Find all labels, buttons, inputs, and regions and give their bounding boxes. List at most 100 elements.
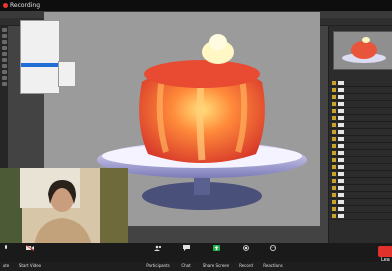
mute-label: ute	[2, 263, 10, 268]
visibility-icon[interactable]	[332, 151, 336, 155]
reactions-icon	[270, 245, 276, 251]
mute-button[interactable]: ute	[0, 245, 12, 271]
webcam-video-tile[interactable]	[0, 168, 128, 246]
hand-tool-icon[interactable]	[1, 76, 7, 80]
visibility-icon[interactable]	[332, 200, 336, 204]
visibility-icon[interactable]	[332, 158, 336, 162]
record-label: Record	[239, 263, 253, 268]
marquee-tool-icon[interactable]	[1, 34, 7, 38]
visibility-icon[interactable]	[332, 102, 336, 106]
move-tool-icon[interactable]	[1, 28, 7, 32]
visibility-icon[interactable]	[332, 137, 336, 141]
participants-button[interactable]: Participants	[143, 245, 173, 271]
record-button[interactable]: Record	[236, 245, 256, 271]
layer-thumbnail	[338, 95, 344, 99]
layer-row[interactable]	[330, 185, 392, 192]
record-icon	[243, 245, 249, 251]
layer-row[interactable]	[330, 150, 392, 157]
layer-thumbnail	[338, 186, 344, 190]
brush-tool-icon[interactable]	[1, 52, 7, 56]
layer-row[interactable]	[330, 178, 392, 185]
chat-button[interactable]: Chat	[178, 245, 194, 271]
share-screen-icon	[212, 245, 220, 251]
layer-row[interactable]	[330, 129, 392, 136]
gradient-tool-icon[interactable]	[1, 64, 7, 68]
layer-thumbnail	[338, 172, 344, 176]
recording-bar	[0, 0, 392, 11]
layer-row[interactable]	[330, 213, 392, 220]
visibility-icon[interactable]	[332, 179, 336, 183]
visibility-icon[interactable]	[332, 109, 336, 113]
lasso-tool-icon[interactable]	[1, 40, 7, 44]
zoom-toolbar	[0, 243, 392, 262]
reactions-button[interactable]: Reactions	[261, 245, 285, 271]
chat-icon	[182, 245, 190, 251]
visibility-icon[interactable]	[332, 172, 336, 176]
edit-submenu[interactable]	[58, 61, 76, 87]
edit-menu-dropdown[interactable]	[20, 20, 60, 94]
layer-thumbnail	[338, 130, 344, 134]
share-screen-label: Share Screen	[202, 263, 230, 268]
layer-thumbnail	[338, 200, 344, 204]
visibility-icon[interactable]	[332, 207, 336, 211]
visibility-icon[interactable]	[332, 193, 336, 197]
layer-row[interactable]	[330, 171, 392, 178]
layer-thumbnail	[338, 81, 344, 85]
layer-thumbnail	[338, 109, 344, 113]
layer-thumbnail	[338, 158, 344, 162]
layer-thumbnail	[338, 88, 344, 92]
layer-row[interactable]	[330, 87, 392, 94]
layer-thumbnail	[338, 144, 344, 148]
layers-panel[interactable]	[330, 80, 392, 250]
start-video-label: Start Video	[18, 263, 42, 268]
layer-thumbnail	[338, 151, 344, 155]
menu-item[interactable]	[21, 84, 59, 88]
share-screen-button[interactable]: Share Screen	[201, 245, 231, 271]
visibility-icon[interactable]	[332, 88, 336, 92]
layer-row[interactable]	[330, 157, 392, 164]
layer-thumbnail	[338, 102, 344, 106]
visibility-icon[interactable]	[332, 186, 336, 190]
leave-label: Lea	[381, 257, 390, 263]
navigator-thumbnail[interactable]	[333, 31, 392, 70]
video-camera-icon	[26, 245, 34, 251]
zoom-tool-icon[interactable]	[1, 82, 7, 86]
layer-row[interactable]	[330, 94, 392, 101]
visibility-icon[interactable]	[332, 144, 336, 148]
visibility-icon[interactable]	[332, 116, 336, 120]
layer-thumbnail	[338, 123, 344, 127]
leave-button[interactable]: Lea	[378, 246, 392, 263]
crop-tool-icon[interactable]	[1, 46, 7, 50]
layer-row[interactable]	[330, 199, 392, 206]
eraser-tool-icon[interactable]	[1, 58, 7, 62]
layer-row[interactable]	[330, 108, 392, 115]
layer-row[interactable]	[330, 206, 392, 213]
record-dot-icon	[3, 3, 8, 8]
participants-label: Participants	[146, 263, 170, 268]
layer-row[interactable]	[330, 164, 392, 171]
layer-row[interactable]	[330, 143, 392, 150]
participants-icon	[154, 245, 162, 251]
recording-label: Recording	[10, 2, 41, 9]
layer-thumbnail	[338, 193, 344, 197]
text-tool-icon[interactable]	[1, 70, 7, 74]
layer-thumbnail	[338, 137, 344, 141]
start-video-button[interactable]: Start Video	[16, 245, 44, 271]
layer-thumbnail	[338, 207, 344, 211]
layer-row[interactable]	[330, 136, 392, 143]
layer-thumbnail	[338, 179, 344, 183]
layer-row[interactable]	[330, 122, 392, 129]
visibility-icon[interactable]	[332, 123, 336, 127]
chat-label: Chat	[181, 263, 191, 268]
layer-row[interactable]	[330, 101, 392, 108]
layer-row[interactable]	[330, 80, 392, 87]
microphone-icon	[5, 245, 7, 249]
visibility-icon[interactable]	[332, 214, 336, 218]
layer-row[interactable]	[330, 115, 392, 122]
visibility-icon[interactable]	[332, 95, 336, 99]
visibility-icon[interactable]	[332, 130, 336, 134]
visibility-icon[interactable]	[332, 81, 336, 85]
reactions-label: Reactions	[263, 263, 283, 268]
layer-row[interactable]	[330, 192, 392, 199]
visibility-icon[interactable]	[332, 165, 336, 169]
